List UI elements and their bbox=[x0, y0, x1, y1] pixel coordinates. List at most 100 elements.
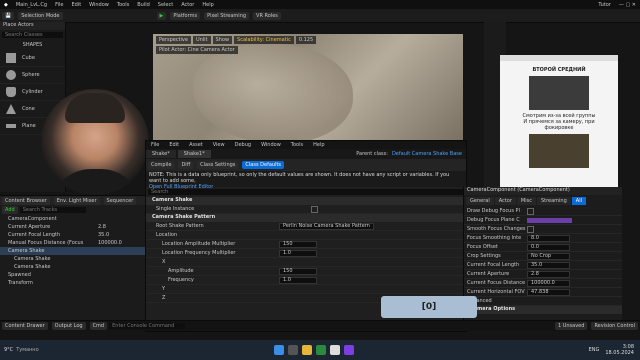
menu-help[interactable]: Help bbox=[202, 2, 213, 8]
detail-value[interactable]: 8.0 bbox=[527, 234, 570, 242]
tab-shake1[interactable]: Shake1* bbox=[177, 150, 211, 158]
root-pattern-dropdown[interactable]: Perlin Noise Camera Shake Pattern bbox=[279, 222, 374, 230]
play-button[interactable]: ▶ bbox=[156, 11, 167, 20]
unsaved-indicator[interactable]: 1 Unsaved bbox=[554, 322, 588, 330]
unreal-icon[interactable] bbox=[329, 345, 340, 355]
single-instance-checkbox[interactable] bbox=[311, 205, 318, 213]
detail-value[interactable]: 100000.0 bbox=[527, 279, 570, 287]
language-indicator[interactable]: ENG bbox=[589, 347, 600, 353]
detail-value[interactable]: 0.0 bbox=[527, 243, 570, 251]
section-shake-pattern[interactable]: Camera Shake Pattern bbox=[146, 214, 466, 222]
start-icon[interactable] bbox=[273, 345, 284, 355]
loc-freq-input[interactable]: 1.0 bbox=[279, 249, 317, 257]
menu-file[interactable]: File bbox=[55, 2, 63, 8]
section-camera-shake[interactable]: Camera Shake bbox=[146, 197, 466, 205]
weather-temp[interactable]: 9°C bbox=[4, 347, 13, 353]
class-settings-button[interactable]: Class Settings bbox=[197, 161, 239, 169]
track-focal-length[interactable]: Current Focal Length 35.0 bbox=[0, 231, 145, 239]
track-manual-focus[interactable]: Manual Focus Distance (Focus 100000.0 bbox=[0, 239, 145, 247]
tab-streaming[interactable]: Streaming bbox=[536, 197, 571, 205]
track-transform[interactable]: Transform bbox=[0, 279, 145, 287]
amplitude-input[interactable]: 150 bbox=[279, 267, 317, 275]
content-drawer-button[interactable]: Content Drawer bbox=[2, 322, 48, 330]
bp-menu-asset[interactable]: Asset bbox=[189, 142, 203, 148]
detail-value[interactable]: 47.838 bbox=[527, 288, 570, 296]
platforms-button[interactable]: Platforms bbox=[170, 11, 201, 20]
bp-menu-edit[interactable]: Edit bbox=[169, 142, 179, 148]
tab-misc[interactable]: Misc bbox=[516, 197, 536, 205]
track-current-aperture[interactable]: Current Aperture 2.8 bbox=[0, 223, 145, 231]
vr-roles-button[interactable]: VR Roles bbox=[253, 11, 281, 20]
cmd-dropdown[interactable]: Cmd bbox=[89, 322, 108, 330]
revision-control-button[interactable]: Revision Control bbox=[591, 322, 638, 330]
perspective-button[interactable]: Perspective bbox=[156, 36, 191, 44]
section-camera-options[interactable]: Camera Options bbox=[464, 306, 622, 314]
diff-button[interactable]: Diff bbox=[178, 161, 194, 169]
menu-window[interactable]: Window bbox=[89, 2, 109, 8]
track-camera-component[interactable]: CameraComponent bbox=[0, 215, 145, 223]
show-button[interactable]: Show bbox=[212, 36, 233, 44]
level-tab[interactable]: Main_LvL.Cg bbox=[16, 2, 47, 8]
bp-menu-file[interactable]: File bbox=[151, 142, 159, 148]
detail-checkbox[interactable] bbox=[527, 225, 534, 233]
prop-location-group[interactable]: Location bbox=[146, 231, 466, 240]
bp-menu-window[interactable]: Window bbox=[261, 142, 281, 148]
track-value[interactable]: 35.0 bbox=[98, 231, 109, 239]
menu-build[interactable]: Build bbox=[137, 2, 150, 8]
bp-menu-debug[interactable]: Debug bbox=[235, 142, 251, 148]
tab-general[interactable]: General bbox=[466, 197, 494, 205]
save-button[interactable]: 💾 bbox=[2, 11, 15, 20]
class-defaults-button[interactable]: Class Defaults bbox=[242, 161, 285, 169]
place-item-sphere[interactable]: Sphere bbox=[0, 67, 65, 84]
ue-logo-icon[interactable]: ◆ bbox=[4, 2, 8, 8]
clock[interactable]: 3:08 18.05.2024 bbox=[605, 344, 634, 356]
tab-env-light-mixer[interactable]: Env. Light Mixer bbox=[53, 196, 100, 205]
window-controls[interactable]: — ▢ ✕ bbox=[619, 2, 636, 8]
bp-menu-help[interactable]: Help bbox=[313, 142, 324, 148]
place-item-cylinder[interactable]: Cylinder bbox=[0, 84, 65, 101]
prop-y[interactable]: Y bbox=[146, 285, 466, 294]
tab-content-browser[interactable]: Content Browser bbox=[2, 196, 50, 205]
detail-checkbox[interactable] bbox=[527, 207, 534, 215]
app-icon[interactable] bbox=[343, 345, 354, 355]
console-input[interactable]: Enter Console Command bbox=[109, 323, 186, 329]
detail-row[interactable]: Advanced bbox=[464, 297, 622, 306]
prop-x[interactable]: X bbox=[146, 258, 466, 267]
track-spawned[interactable]: Spawned bbox=[0, 271, 145, 279]
debug-color-swatch[interactable] bbox=[527, 217, 572, 223]
tab-actor[interactable]: Actor bbox=[494, 197, 516, 205]
pixel-streaming-button[interactable]: Pixel Streaming bbox=[204, 11, 250, 20]
detail-value[interactable]: 35.0 bbox=[527, 261, 570, 269]
track-camera-shake-group[interactable]: Camera Shake bbox=[0, 247, 145, 255]
add-track-button[interactable]: Add bbox=[2, 206, 18, 214]
search-classes-input[interactable]: Search Classes bbox=[2, 32, 63, 38]
track-value[interactable]: 100000.0 bbox=[98, 239, 122, 247]
site-heading: ВТОРОЙ СРЕДНИЙ bbox=[532, 67, 586, 73]
track-value[interactable]: 2.8 bbox=[98, 223, 106, 231]
bp-menu-tools[interactable]: Tools bbox=[291, 142, 303, 148]
place-item-cube[interactable]: Cube bbox=[0, 50, 65, 67]
detail-value[interactable]: No Crop bbox=[527, 252, 570, 260]
browser-icon[interactable] bbox=[315, 345, 326, 355]
compile-button[interactable]: Compile bbox=[148, 161, 175, 169]
selection-mode-dropdown[interactable]: Selection Mode bbox=[18, 11, 63, 20]
track-camera-shake-2[interactable]: Camera Shake bbox=[0, 263, 145, 271]
unlit-button[interactable]: Unlit bbox=[192, 36, 211, 44]
tab-sequencer[interactable]: Sequencer bbox=[103, 196, 137, 205]
menu-tools[interactable]: Tools bbox=[117, 2, 129, 8]
tab-shake[interactable]: Shake* bbox=[146, 150, 176, 158]
menu-select[interactable]: Select bbox=[158, 2, 173, 8]
menu-edit[interactable]: Edit bbox=[71, 2, 81, 8]
search-tracks-input[interactable]: Search Tracks bbox=[19, 207, 86, 213]
detail-value[interactable]: 2.8 bbox=[527, 270, 570, 278]
output-log-button[interactable]: Output Log bbox=[51, 322, 86, 330]
parent-class-link[interactable]: Default Camera Shake Base bbox=[392, 151, 462, 157]
tab-all[interactable]: All bbox=[571, 197, 586, 205]
explorer-icon[interactable] bbox=[301, 345, 312, 355]
loc-amp-input[interactable]: 150 bbox=[279, 240, 317, 248]
track-camera-shake[interactable]: Camera Shake bbox=[0, 255, 145, 263]
menu-actor[interactable]: Actor bbox=[181, 2, 194, 8]
frequency-input[interactable]: 1.0 bbox=[279, 276, 317, 284]
search-icon[interactable] bbox=[287, 345, 298, 355]
bp-menu-view[interactable]: View bbox=[213, 142, 225, 148]
